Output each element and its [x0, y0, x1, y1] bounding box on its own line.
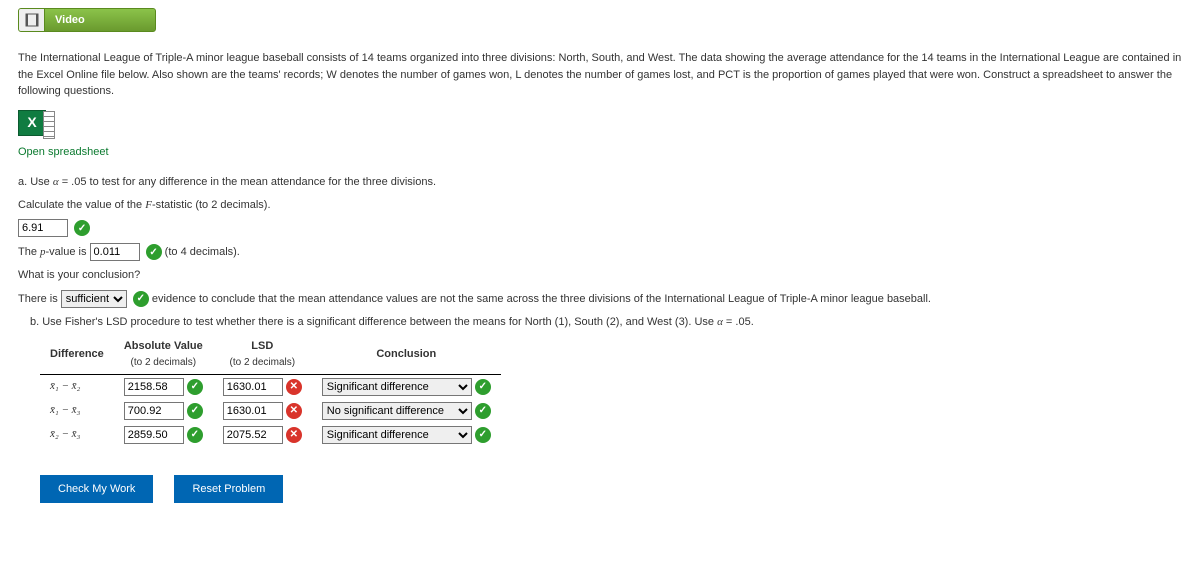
col-difference: Difference: [40, 336, 114, 374]
conclusion-question: What is your conclusion?: [18, 267, 1182, 284]
check-icon: ✓: [146, 244, 162, 260]
video-label: Video: [45, 10, 155, 30]
p-value-suffix: (to 4 decimals).: [165, 246, 240, 258]
lsd-table: Difference Absolute Value(to 2 decimals)…: [40, 336, 501, 447]
check-icon: ✓: [133, 291, 149, 307]
intro-text: The International League of Triple-A min…: [18, 50, 1182, 100]
check-icon: ✓: [187, 379, 203, 395]
check-my-work-button[interactable]: Check My Work: [40, 475, 153, 503]
reset-problem-button[interactable]: Reset Problem: [174, 475, 283, 503]
conclusion-select-row[interactable]: No significant difference: [322, 402, 472, 420]
col-lsd: LSD(to 2 decimals): [213, 336, 312, 374]
table-row: x̄₁ − x̄₂ ✓ ✕ Significant difference✓: [40, 374, 501, 399]
col-absolute: Absolute Value(to 2 decimals): [114, 336, 213, 374]
diff-label: x̄₁ − x̄₃: [40, 399, 114, 423]
conclusion-select[interactable]: sufficient: [61, 290, 127, 308]
part-b-prompt: b. Use Fisher's LSD procedure to test wh…: [30, 314, 1182, 331]
abs-input[interactable]: [124, 378, 184, 396]
table-row: x̄₂ − x̄₃ ✓ ✕ Significant difference✓: [40, 423, 501, 447]
video-button[interactable]: Video: [18, 8, 156, 32]
check-icon: ✓: [475, 427, 491, 443]
lsd-input[interactable]: [223, 378, 283, 396]
part-a-prompt: a. Use α = .05 to test for any differenc…: [18, 174, 1182, 191]
part-a-calc-line: Calculate the value of the F-statistic (…: [18, 197, 1182, 214]
abs-input[interactable]: [124, 426, 184, 444]
p-value-input[interactable]: [90, 243, 140, 261]
f-statistic-input[interactable]: [18, 219, 68, 237]
diff-label: x̄₂ − x̄₃: [40, 423, 114, 447]
table-row: x̄₁ − x̄₃ ✓ ✕ No significant difference✓: [40, 399, 501, 423]
col-conclusion: Conclusion: [312, 336, 501, 374]
conclusion-select-row[interactable]: Significant difference: [322, 378, 472, 396]
p-value-label: The p-value is: [18, 246, 90, 258]
cross-icon: ✕: [286, 427, 302, 443]
lsd-input[interactable]: [223, 402, 283, 420]
check-icon: ✓: [475, 379, 491, 395]
cross-icon: ✕: [286, 403, 302, 419]
check-icon: ✓: [74, 220, 90, 236]
check-icon: ✓: [475, 403, 491, 419]
abs-input[interactable]: [124, 402, 184, 420]
check-icon: ✓: [187, 427, 203, 443]
conclusion-post: evidence to conclude that the mean atten…: [152, 293, 931, 305]
film-icon: [19, 9, 45, 31]
conclusion-select-row[interactable]: Significant difference: [322, 426, 472, 444]
cross-icon: ✕: [286, 379, 302, 395]
diff-label: x̄₁ − x̄₂: [40, 374, 114, 399]
conclusion-pre: There is: [18, 293, 61, 305]
open-spreadsheet-link[interactable]: Open spreadsheet: [18, 144, 109, 161]
excel-icon: X: [18, 110, 46, 136]
lsd-input[interactable]: [223, 426, 283, 444]
check-icon: ✓: [187, 403, 203, 419]
